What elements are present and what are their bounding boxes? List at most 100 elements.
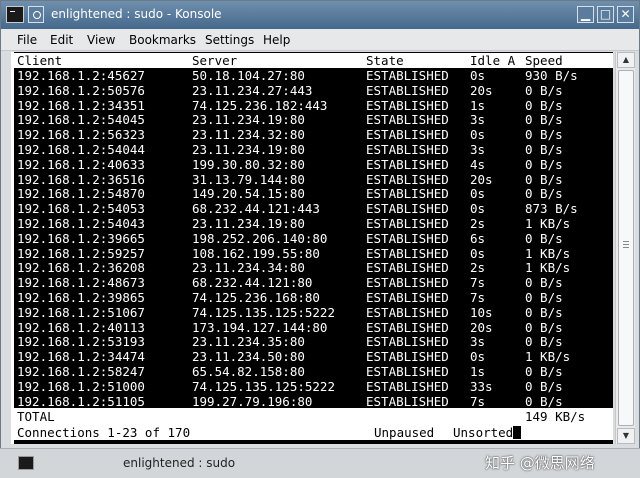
server-cell: 173.194.127.144:80 <box>192 319 328 335</box>
terminal-task-icon[interactable] <box>18 456 34 470</box>
taskbar: enlightened : sudo 知乎 @微思网络 <box>0 448 640 478</box>
vertical-scrollbar[interactable]: ▲ ▼ <box>615 52 635 444</box>
server-cell: 199.30.80.32:80 <box>192 156 305 172</box>
idle-cell: 10s <box>470 304 493 320</box>
table-row: 192.168.1.2:36516 31.13.79.144:80 ESTABLIS… <box>14 172 613 187</box>
menu-edit[interactable]: Edit <box>50 33 73 47</box>
speed-cell: 0 B/s <box>525 186 563 202</box>
state-cell: ESTABLISHED <box>366 363 449 379</box>
table-row: 192.168.1.2:58247 65.54.82.158:80 ESTABLIS… <box>14 364 613 379</box>
idle-cell: 1s <box>470 363 486 379</box>
idle-cell: 3s <box>470 141 486 157</box>
state-cell: ESTABLISHED <box>366 156 449 172</box>
speed-cell: 1 KB/s <box>525 245 571 261</box>
client-cell: 192.168.1.2:54045 <box>17 112 145 128</box>
grip-line <box>623 241 629 242</box>
header-server: Server <box>192 53 238 68</box>
pin-icon[interactable] <box>28 6 44 23</box>
server-cell: 23.11.234.19:80 <box>192 112 305 128</box>
speed-cell: 1 KB/s <box>525 215 571 231</box>
close-button[interactable]: ✕ <box>617 6 634 23</box>
scroll-down-arrow-icon[interactable]: ▼ <box>617 428 635 444</box>
table-row: 192.168.1.2:34351 74.125.236.182:443 ESTAB… <box>14 98 613 113</box>
table-row: 192.168.1.2:40113 173.194.127.144:80 ESTAB… <box>14 320 613 335</box>
menu-bar: File Edit View Bookmarks Settings Help <box>1 29 639 51</box>
scroll-thumb[interactable] <box>618 70 634 426</box>
client-cell: 192.168.1.2:40633 <box>17 156 145 172</box>
menu-help[interactable]: Help <box>263 33 290 47</box>
total-speed: 149 KB/s <box>525 409 586 424</box>
table-row: 192.168.1.2:54043 23.11.234.19:80 ESTABLIS… <box>14 216 613 231</box>
server-cell: 65.54.82.158:80 <box>192 363 305 379</box>
idle-cell: 0s <box>470 186 486 202</box>
client-cell: 192.168.1.2:50576 <box>17 82 145 98</box>
state-cell: ESTABLISHED <box>366 289 449 305</box>
client-cell: 192.168.1.2:40113 <box>17 319 145 335</box>
speed-cell: 0 B/s <box>525 289 563 305</box>
server-cell: 74.125.135.125:5222 <box>192 378 335 394</box>
table-row: 192.168.1.2:34474 23.11.234.50:80 ESTABLIS… <box>14 349 613 364</box>
connection-list: 192.168.1.2:45627 50.18.104.27:80 ESTABLIS… <box>14 68 613 409</box>
speed-cell: 873 B/s <box>525 201 578 217</box>
maximize-button[interactable]: □ <box>597 6 614 23</box>
speed-cell: 0 B/s <box>525 141 563 157</box>
state-cell: ESTABLISHED <box>366 275 449 291</box>
menu-settings[interactable]: Settings <box>205 33 254 47</box>
idle-cell: 6s <box>470 230 486 246</box>
menu-file[interactable]: File <box>17 33 37 47</box>
state-cell: ESTABLISHED <box>366 260 449 276</box>
task-button-label[interactable]: enlightened : sudo <box>123 456 235 470</box>
table-row: 192.168.1.2:51105 199.27.79.196:80 ESTABLI… <box>14 394 613 409</box>
client-cell: 192.168.1.2:59257 <box>17 245 145 261</box>
table-row: 192.168.1.2:48673 68.232.44.121:80 ESTABLI… <box>14 275 613 290</box>
idle-cell: 20s <box>470 319 493 335</box>
speed-cell: 1 KB/s <box>525 349 571 365</box>
terminal-view[interactable]: Client Server State Idle A Speed 192.168… <box>11 52 613 444</box>
maximize-icon: □ <box>599 7 612 21</box>
server-cell: 23.11.234.35:80 <box>192 334 305 350</box>
title-bar[interactable]: enlightened : sudo - Konsole ▁ □ ✕ <box>1 1 639 29</box>
idle-cell: 3s <box>470 334 486 350</box>
client-cell: 192.168.1.2:53193 <box>17 334 145 350</box>
idle-cell: 2s <box>470 260 486 276</box>
scroll-up-arrow-icon[interactable]: ▲ <box>617 52 635 68</box>
header-idle: Idle A <box>470 53 516 68</box>
minimize-icon: ▁ <box>580 7 591 21</box>
menu-view[interactable]: View <box>87 33 115 47</box>
text-cursor <box>513 426 522 439</box>
client-cell: 192.168.1.2:56323 <box>17 127 145 143</box>
table-row: 192.168.1.2:53193 23.11.234.35:80 ESTABLIS… <box>14 334 613 349</box>
client-cell: 192.168.1.2:58247 <box>17 363 145 379</box>
speed-cell: 0 B/s <box>525 393 563 409</box>
server-cell: 31.13.79.144:80 <box>192 171 305 187</box>
server-cell: 23.11.234.34:80 <box>192 260 305 276</box>
idle-cell: 0s <box>470 68 486 83</box>
table-row: 192.168.1.2:39865 74.125.236.168:80 ESTABL… <box>14 290 613 305</box>
client-cell: 192.168.1.2:36208 <box>17 260 145 276</box>
total-label: TOTAL <box>17 409 55 424</box>
menu-bookmarks[interactable]: Bookmarks <box>129 33 196 47</box>
client-cell: 192.168.1.2:54043 <box>17 215 145 231</box>
client-cell: 192.168.1.2:45627 <box>17 68 145 83</box>
client-cell: 192.168.1.2:48673 <box>17 275 145 291</box>
terminal-app-icon[interactable] <box>6 6 24 23</box>
pause-state: Unpaused <box>374 425 435 440</box>
table-row: 192.168.1.2:56323 23.11.234.32:80 ESTABLIS… <box>14 127 613 142</box>
server-cell: 23.11.234.27:443 <box>192 82 313 98</box>
idle-cell: 0s <box>470 127 486 143</box>
speed-cell: 0 B/s <box>525 304 563 320</box>
state-cell: ESTABLISHED <box>366 230 449 246</box>
konsole-window: enlightened : sudo - Konsole ▁ □ ✕ File … <box>0 0 640 478</box>
table-row: 192.168.1.2:54044 23.11.234.19:80 ESTABLIS… <box>14 142 613 157</box>
idle-cell: 33s <box>470 378 493 394</box>
state-cell: ESTABLISHED <box>366 319 449 335</box>
minimize-button[interactable]: ▁ <box>577 6 594 23</box>
watermark: 知乎 @微思网络 <box>485 454 595 472</box>
server-cell: 23.11.234.32:80 <box>192 127 305 143</box>
speed-cell: 0 B/s <box>525 97 563 113</box>
server-cell: 74.125.236.168:80 <box>192 289 320 305</box>
state-cell: ESTABLISHED <box>366 171 449 187</box>
speed-cell: 930 B/s <box>525 68 578 83</box>
speed-cell: 1 KB/s <box>525 260 571 276</box>
client-cell: 192.168.1.2:34351 <box>17 97 145 113</box>
